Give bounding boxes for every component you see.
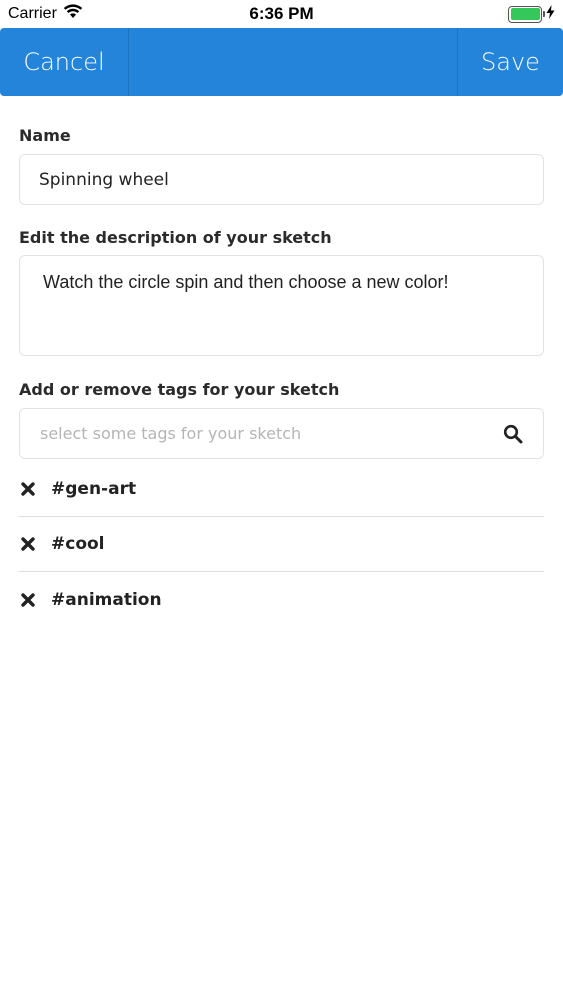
- name-input-value: Spinning wheel: [39, 169, 169, 190]
- search-icon[interactable]: [503, 424, 523, 444]
- name-label: Name: [19, 126, 71, 145]
- close-icon[interactable]: [19, 535, 37, 553]
- name-input[interactable]: Spinning wheel: [19, 154, 544, 205]
- cancel-button[interactable]: Cancel: [0, 28, 129, 96]
- status-time: 6:36 PM: [249, 4, 314, 23]
- tag-search-input[interactable]: select some tags for your sketch: [19, 408, 544, 459]
- save-button[interactable]: Save: [457, 28, 563, 96]
- description-textarea[interactable]: Watch the circle spin and then choose a …: [19, 255, 544, 356]
- battery-icon: [508, 5, 545, 23]
- charging-icon: [546, 4, 555, 24]
- tag-item: #cool: [19, 517, 544, 572]
- battery-level: [510, 8, 540, 20]
- tag-item: #gen-art: [19, 462, 544, 517]
- tags-label: Add or remove tags for your sketch: [19, 380, 340, 399]
- close-icon[interactable]: [19, 480, 37, 498]
- tag-label: #animation: [51, 589, 162, 610]
- tag-label: #gen-art: [51, 479, 137, 499]
- tag-item: #animation: [19, 572, 544, 627]
- nav-bar: Cancel Save: [0, 28, 563, 96]
- status-right: [508, 4, 555, 24]
- description-value: Watch the circle spin and then choose a …: [43, 272, 449, 292]
- description-label: Edit the description of your sketch: [19, 228, 332, 247]
- close-icon[interactable]: [19, 591, 37, 609]
- status-bar: Carrier 6:36 PM: [0, 0, 563, 28]
- tag-label: #cool: [51, 534, 105, 554]
- tag-search-placeholder: select some tags for your sketch: [40, 424, 302, 443]
